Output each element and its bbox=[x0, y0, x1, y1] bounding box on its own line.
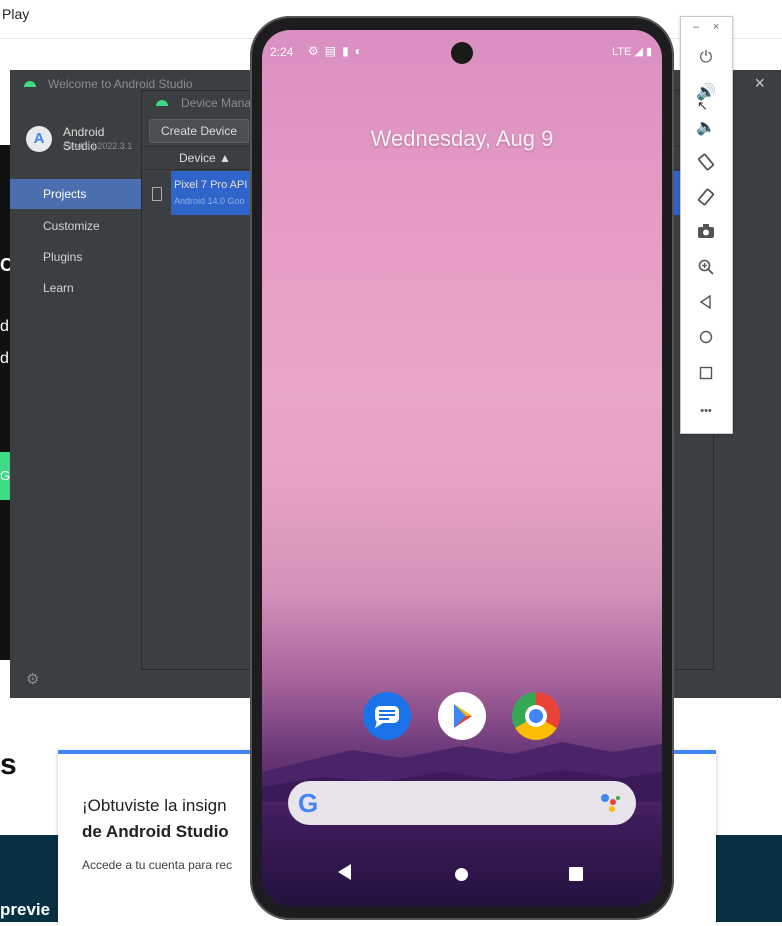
tab-label[interactable]: Play bbox=[2, 6, 29, 22]
hero-letter: d bbox=[0, 318, 9, 335]
back-icon[interactable] bbox=[338, 864, 351, 880]
sidebar-item-plugins[interactable]: Plugins bbox=[10, 242, 141, 272]
sidebar-item-label: Projects bbox=[43, 187, 87, 201]
create-device-button[interactable]: Create Device bbox=[149, 119, 249, 143]
camera-icon[interactable] bbox=[695, 223, 717, 245]
rotate-right-icon[interactable] bbox=[695, 188, 717, 210]
status-icons: ⚙▤▮◐ bbox=[308, 44, 368, 58]
badge-card-line2: de Android Studio bbox=[82, 822, 229, 841]
badge-card-line1: ¡Obtuviste la insign bbox=[82, 796, 227, 815]
sidebar-item-customize[interactable]: Customize bbox=[10, 211, 141, 241]
back-icon[interactable] bbox=[695, 294, 717, 316]
rotate-left-icon[interactable] bbox=[695, 153, 717, 175]
gear-icon[interactable]: ⚙ bbox=[26, 670, 39, 688]
recents-icon[interactable] bbox=[569, 867, 583, 881]
overview-icon[interactable] bbox=[695, 365, 717, 387]
studio-sidebar: A Android Studio Giraffe | 2022.3.1 Proj… bbox=[10, 98, 141, 698]
android-studio-logo: A bbox=[26, 126, 52, 152]
power-icon[interactable]: ⏻ bbox=[695, 47, 717, 69]
minimize-button[interactable]: – bbox=[693, 21, 699, 33]
settings-icon: ⚙ bbox=[308, 44, 325, 58]
sidebar-item-label: Plugins bbox=[43, 250, 83, 264]
network-indicator: LTE ◢ ▮ bbox=[612, 46, 652, 58]
phone-icon bbox=[152, 187, 162, 201]
column-header-device[interactable]: Device ▲ bbox=[179, 151, 231, 165]
badge-card-line3[interactable]: Accede a tu cuenta para rec bbox=[82, 858, 232, 872]
home-icon[interactable] bbox=[695, 329, 717, 351]
hero-cta-letter: G bbox=[0, 468, 11, 483]
assistant-icon[interactable] bbox=[600, 793, 622, 813]
android-icon bbox=[24, 79, 36, 87]
footer-text: previe bbox=[0, 900, 51, 919]
android-icon bbox=[156, 98, 168, 106]
sidebar-item-label: Learn bbox=[43, 281, 74, 295]
emulator-toolbar: – × ⏻ 🔊 🔈 ••• bbox=[680, 16, 733, 434]
chrome-app-icon[interactable] bbox=[512, 692, 560, 740]
play-store-app-icon[interactable] bbox=[438, 692, 486, 740]
device-name: Pixel 7 Pro API bbox=[174, 179, 248, 191]
sidebar-item-projects[interactable]: Projects bbox=[10, 179, 141, 209]
brand-version: Giraffe | 2022.3.1 bbox=[63, 141, 133, 151]
sidebar-item-learn[interactable]: Learn bbox=[10, 273, 141, 303]
hero-cta-button[interactable]: G bbox=[0, 452, 10, 500]
zoom-icon[interactable] bbox=[695, 259, 717, 281]
status-time: 2:24 bbox=[270, 45, 294, 59]
google-search-bar[interactable]: G bbox=[288, 781, 636, 825]
sidebar-item-label: Customize bbox=[43, 219, 100, 233]
sim-icon: ▮ bbox=[342, 44, 355, 58]
close-icon[interactable]: × bbox=[754, 73, 765, 94]
page-hero-strip bbox=[0, 145, 10, 660]
device-subtitle: Android 14.0 Goo bbox=[174, 196, 245, 206]
camera-cutout bbox=[451, 42, 473, 64]
mouse-cursor-icon: ↖ bbox=[697, 98, 708, 113]
section-heading-fragment: s bbox=[0, 748, 17, 781]
toolbar-close-button[interactable]: × bbox=[713, 21, 719, 33]
home-icon[interactable] bbox=[455, 868, 468, 881]
data-saver-icon: ◐ bbox=[354, 44, 368, 58]
date-widget[interactable]: Wednesday, Aug 9 bbox=[262, 126, 662, 152]
messages-app-icon[interactable] bbox=[363, 692, 411, 740]
studio-window-title: Welcome to Android Studio bbox=[48, 77, 193, 91]
emulator-screen[interactable]: 2:24 ⚙▤▮◐ LTE ◢ ▮ Wednesday, Aug 9 G bbox=[262, 30, 662, 906]
messages-icon: ▤ bbox=[324, 44, 343, 58]
volume-down-icon[interactable]: 🔈 bbox=[695, 117, 717, 139]
google-logo-icon: G bbox=[298, 788, 319, 818]
more-icon[interactable]: ••• bbox=[695, 400, 717, 422]
